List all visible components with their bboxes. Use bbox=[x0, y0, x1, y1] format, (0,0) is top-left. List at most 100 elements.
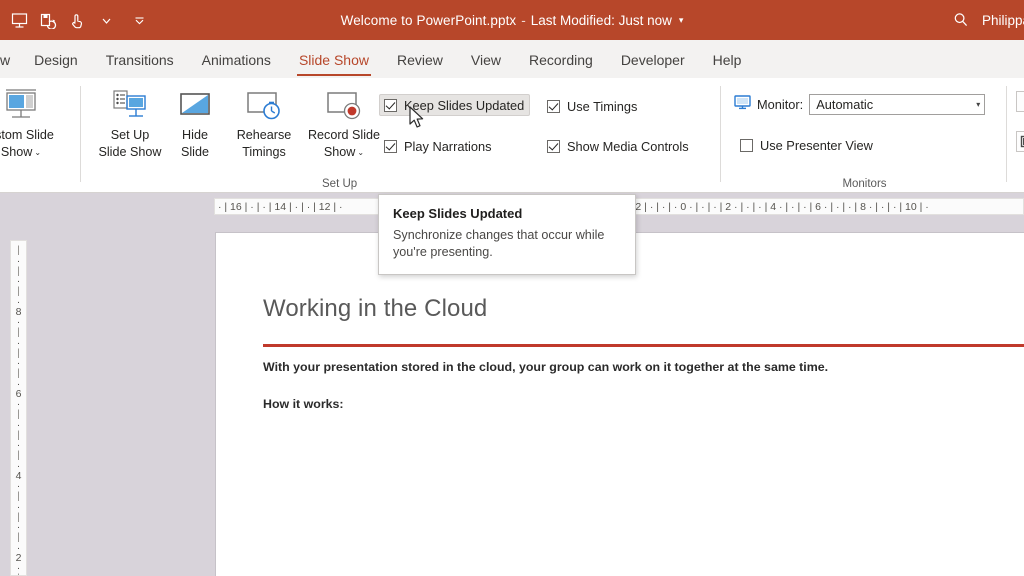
tab-label: Developer bbox=[620, 52, 685, 68]
keep-slides-updated-checkbox[interactable]: Keep Slides Updated bbox=[379, 94, 531, 116]
title-separator: - bbox=[521, 12, 526, 28]
rehearse-timings-icon bbox=[243, 84, 285, 126]
ribbon: ustom Slide Show⌄ bbox=[0, 78, 1024, 193]
title-bar: Welcome to PowerPoint.pptx - Last Modifi… bbox=[0, 0, 1024, 40]
horizontal-ruler-ticks-right: · 2 | · | · | · 0 · | · | · | 2 · | · | … bbox=[629, 200, 929, 213]
touch-mode-icon[interactable] bbox=[64, 7, 90, 33]
rehearse-timings-label-line1: Rehearse bbox=[236, 128, 292, 142]
slide-body-line1[interactable]: With your presentation stored in the clo… bbox=[263, 360, 828, 374]
powerpoint-window: Welcome to PowerPoint.pptx - Last Modifi… bbox=[0, 0, 1024, 576]
monitor-label: Monitor: bbox=[757, 97, 804, 112]
partial-button-bottom[interactable] bbox=[1016, 131, 1024, 152]
rehearse-timings-button[interactable]: Rehearse Timings bbox=[225, 84, 303, 160]
start-presentation-icon[interactable] bbox=[6, 7, 32, 33]
monitor-select[interactable]: Automatic ▾ bbox=[809, 94, 986, 115]
show-media-controls-label: Show Media Controls bbox=[567, 138, 689, 154]
tooltip-title: Keep Slides Updated bbox=[393, 206, 523, 221]
record-slide-show-label-line2: Show bbox=[323, 145, 356, 159]
tab-label: Transitions bbox=[105, 52, 174, 68]
hide-slide-icon bbox=[175, 84, 215, 126]
mouse-cursor bbox=[409, 106, 426, 135]
ribbon-group-label: Monitors bbox=[842, 178, 887, 190]
customize-qat-icon[interactable] bbox=[126, 7, 152, 33]
last-modified-label: Last Modified: Just now bbox=[530, 12, 672, 28]
use-presenter-view-label: Use Presenter View bbox=[760, 137, 873, 153]
use-timings-label: Use Timings bbox=[567, 98, 638, 114]
custom-slide-show-label-line1: ustom Slide bbox=[0, 128, 54, 142]
tab-label: Design bbox=[34, 52, 78, 68]
title-bar-right: Philippa bbox=[944, 0, 1024, 40]
checkbox-box bbox=[384, 98, 397, 112]
tab-label: Review bbox=[396, 52, 443, 68]
save-sync-icon[interactable] bbox=[35, 7, 61, 33]
title-bar-center: Welcome to PowerPoint.pptx - Last Modifi… bbox=[0, 0, 1024, 40]
record-slide-show-label-line1: Record Slide bbox=[307, 128, 381, 142]
checkbox-box bbox=[384, 139, 397, 153]
user-account-name[interactable]: Philippa bbox=[982, 13, 1024, 28]
tab-draw[interactable]: w bbox=[0, 42, 20, 78]
chevron-down-icon[interactable] bbox=[93, 7, 119, 33]
monitor-select-row: Monitor: Automatic ▾ bbox=[734, 94, 986, 115]
record-slide-show-button[interactable]: Record Slide Show ⌄ bbox=[300, 84, 388, 160]
set-up-slide-show-label-line1: Set Up bbox=[110, 128, 150, 142]
chevron-down-icon: ▾ bbox=[976, 100, 981, 109]
tab-label: w bbox=[0, 52, 11, 68]
use-timings-checkbox[interactable]: Use Timings bbox=[543, 95, 642, 117]
checkbox-box bbox=[740, 138, 753, 152]
ribbon-group-label: Set Up bbox=[322, 178, 358, 190]
tab-recording[interactable]: Recording bbox=[515, 42, 607, 78]
ribbon-group-separator bbox=[80, 86, 81, 182]
ribbon-group-separator bbox=[720, 86, 721, 182]
tab-review[interactable]: Review bbox=[383, 42, 457, 78]
set-up-slide-show-label-line2: Slide Show bbox=[98, 145, 162, 159]
vertical-ruler-ticks: | · | · | · 8 · | · | · | · 6 · | · | · … bbox=[15, 244, 22, 575]
use-presenter-view-checkbox[interactable]: Use Presenter View bbox=[736, 134, 878, 156]
rehearse-timings-label-line2: Timings bbox=[242, 145, 286, 159]
partial-button-top[interactable] bbox=[1016, 91, 1024, 112]
ribbon-group-start-slide-show: ustom Slide Show⌄ bbox=[0, 78, 80, 192]
ribbon-group-monitors: Monitor: Automatic ▾ Use Presenter View … bbox=[722, 78, 1007, 192]
title-chevron-down-icon[interactable]: ▾ bbox=[672, 15, 684, 26]
tab-design[interactable]: Design bbox=[20, 42, 92, 78]
checkbox-box bbox=[547, 99, 560, 113]
horizontal-ruler-ticks-left: · | 16 | · | · | 14 | · | · | 12 | · bbox=[218, 200, 343, 213]
tooltip: Keep Slides Updated Synchronize changes … bbox=[378, 194, 636, 275]
hide-slide-label-line1: Hide bbox=[182, 128, 208, 142]
ribbon-tab-strip: w Design Transitions Animations Slide Sh… bbox=[0, 40, 1024, 78]
play-narrations-checkbox[interactable]: Play Narrations bbox=[380, 135, 496, 157]
show-media-controls-checkbox[interactable]: Show Media Controls bbox=[543, 135, 694, 157]
slide-body-line2[interactable]: How it works: bbox=[263, 397, 344, 411]
custom-slide-show-icon bbox=[1, 84, 41, 126]
monitor-selected-value: Automatic bbox=[816, 97, 874, 112]
play-narrations-label: Play Narrations bbox=[404, 138, 492, 154]
custom-slide-show-label-line2: Show bbox=[0, 145, 33, 159]
slide-title[interactable]: Working in the Cloud bbox=[263, 295, 487, 323]
hide-slide-button[interactable]: Hide Slide bbox=[164, 84, 226, 160]
document-filename: Welcome to PowerPoint.pptx bbox=[340, 12, 517, 28]
ribbon-group-partial-right bbox=[1008, 78, 1024, 192]
tab-view[interactable]: View bbox=[457, 42, 515, 78]
vertical-ruler[interactable]: | · | · | · 8 · | · | · | · 6 · | · | · … bbox=[10, 240, 27, 576]
monitor-icon bbox=[734, 94, 751, 115]
record-slide-show-icon bbox=[323, 84, 365, 126]
quick-access-toolbar bbox=[0, 7, 152, 33]
set-up-slide-show-button[interactable]: Set Up Slide Show bbox=[90, 84, 170, 160]
tab-slide-show[interactable]: Slide Show bbox=[285, 42, 383, 78]
chevron-down-icon: ⌄ bbox=[34, 148, 42, 158]
ribbon-group-separator bbox=[1006, 86, 1007, 182]
custom-slide-show-button[interactable]: ustom Slide Show⌄ bbox=[0, 84, 61, 160]
set-up-slide-show-icon bbox=[110, 84, 150, 126]
tab-label: Slide Show bbox=[298, 52, 369, 68]
slide-canvas[interactable]: Working in the Cloud With your presentat… bbox=[215, 232, 1024, 576]
search-icon[interactable] bbox=[944, 5, 978, 35]
chevron-down-icon: ⌄ bbox=[357, 148, 365, 158]
tab-transitions[interactable]: Transitions bbox=[92, 42, 188, 78]
tab-label: Animations bbox=[201, 52, 271, 68]
checkbox-box bbox=[547, 139, 560, 153]
tab-help[interactable]: Help bbox=[699, 42, 756, 78]
tab-label: Recording bbox=[528, 52, 593, 68]
tab-developer[interactable]: Developer bbox=[607, 42, 699, 78]
tab-label: Help bbox=[712, 52, 742, 68]
tooltip-body: Synchronize changes that occur while you… bbox=[393, 228, 605, 259]
tab-animations[interactable]: Animations bbox=[188, 42, 285, 78]
